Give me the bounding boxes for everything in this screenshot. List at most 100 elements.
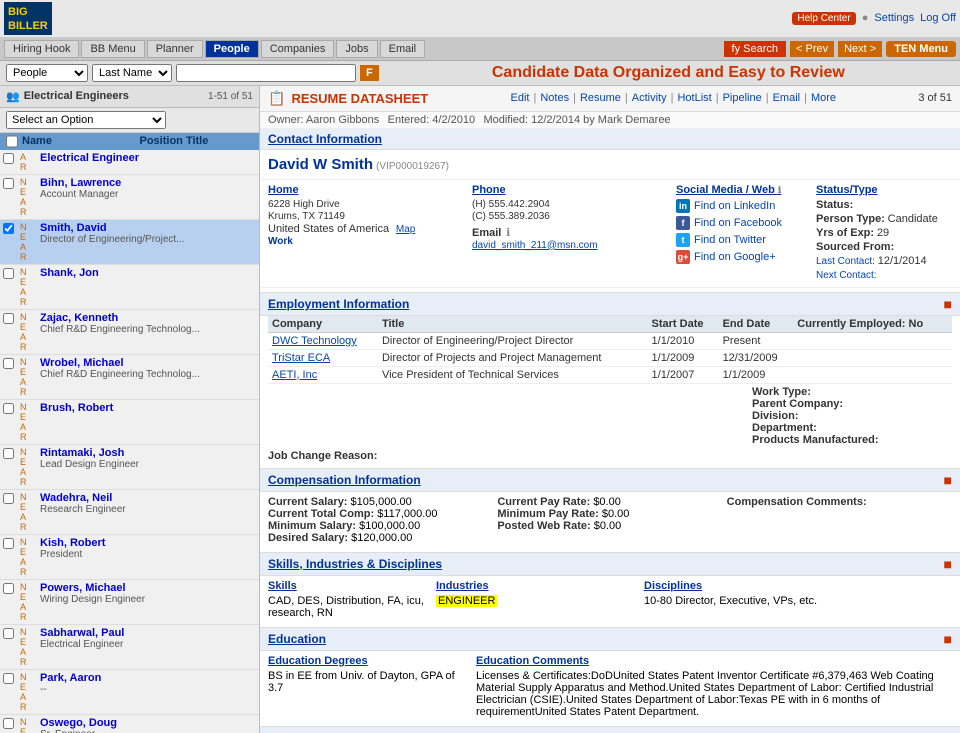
- list-item[interactable]: N EA R Shank, Jon: [0, 264, 259, 309]
- list-item[interactable]: N EA R Brush, Robert: [0, 399, 259, 444]
- select-all-checkbox[interactable]: [6, 135, 18, 148]
- current-pay-rate-label: Current Pay Rate:: [497, 496, 590, 508]
- list-item[interactable]: N EA R Sabharwal, Paul Electrical Engine…: [0, 624, 259, 669]
- list-item[interactable]: N EA R Bihn, Lawrence Account Manager: [0, 174, 259, 219]
- more-link[interactable]: More: [811, 92, 836, 104]
- list-item-name[interactable]: Shank, Jon: [40, 267, 99, 279]
- list-item-name[interactable]: Wrobel, Michael: [40, 357, 124, 369]
- settings-link[interactable]: Settings: [874, 12, 914, 24]
- email-address[interactable]: david_smith_211@msn.com: [472, 240, 598, 251]
- list-item-checkbox[interactable]: [3, 177, 14, 190]
- list-item-name[interactable]: Bihn, Lawrence: [40, 177, 121, 189]
- action-dropdown[interactable]: Select an Option: [6, 111, 166, 129]
- tab-hiring-hook[interactable]: Hiring Hook: [4, 40, 79, 58]
- notes-link[interactable]: Notes: [540, 92, 569, 104]
- linkedin-link[interactable]: in Find on LinkedIn: [676, 199, 812, 213]
- list-item-name[interactable]: Sabharwal, Paul: [40, 627, 124, 639]
- hotlist-link[interactable]: HotList: [677, 92, 711, 104]
- list-item-name[interactable]: Smith, David: [40, 222, 107, 234]
- list-item-checkbox[interactable]: [3, 492, 14, 505]
- list-item[interactable]: N EA R Park, Aaron --: [0, 669, 259, 714]
- list-item-checkbox[interactable]: [3, 537, 14, 550]
- education-section-title[interactable]: Education: [268, 632, 326, 646]
- list-item-checkbox[interactable]: [3, 582, 14, 595]
- list-item[interactable]: N EA R Rintamaki, Josh Lead Design Engin…: [0, 444, 259, 489]
- list-item[interactable]: N EA R Kish, Robert President: [0, 534, 259, 579]
- relocation-toggle[interactable]: ■: [944, 730, 952, 733]
- list-item-name[interactable]: Zajac, Kenneth: [40, 312, 118, 324]
- ten-menu-btn[interactable]: TEN Menu: [886, 41, 956, 57]
- prev-btn[interactable]: < Prev: [790, 41, 834, 57]
- search-type-select[interactable]: People Companies Jobs: [6, 64, 88, 82]
- emp-end: Present: [719, 332, 794, 349]
- list-item[interactable]: A R Electrical Engineer: [0, 150, 259, 175]
- list-item-name[interactable]: Kish, Robert: [40, 537, 105, 549]
- last-contact-label[interactable]: Last Contact:: [816, 256, 875, 267]
- list-item[interactable]: N EA R Zajac, Kenneth Chief R&D Engineer…: [0, 309, 259, 354]
- emp-company-link[interactable]: AETI, Inc: [272, 369, 317, 381]
- desired-salary-value: $120,000.00: [351, 532, 412, 544]
- email-link[interactable]: Email: [773, 92, 801, 104]
- list-item[interactable]: N EA R Wadehra, Neil Research Engineer: [0, 489, 259, 534]
- tab-planner[interactable]: Planner: [147, 40, 203, 58]
- list-item-checkbox[interactable]: [3, 357, 14, 370]
- next-btn[interactable]: Next >: [838, 41, 882, 57]
- next-contact-label[interactable]: Next Contact:: [816, 270, 877, 281]
- skills-section-title[interactable]: Skills, Industries & Disciplines: [268, 557, 442, 571]
- list-item-badge: A R: [17, 150, 37, 175]
- education-toggle[interactable]: ■: [944, 631, 952, 647]
- list-item-name[interactable]: Electrical Engineer: [40, 152, 139, 164]
- phone-h: (H) 555.442.2904: [472, 199, 672, 210]
- contact-section-title[interactable]: Contact Information: [268, 132, 382, 146]
- list-item[interactable]: N EA R Smith, David Director of Engineer…: [0, 219, 259, 264]
- list-item[interactable]: N EA R Powers, Michael Wiring Design Eng…: [0, 579, 259, 624]
- list-item-name[interactable]: Park, Aaron: [40, 672, 101, 684]
- compensation-section-title[interactable]: Compensation Information: [268, 473, 421, 487]
- search-input[interactable]: [176, 64, 356, 82]
- tab-jobs[interactable]: Jobs: [336, 40, 377, 58]
- list-item-checkbox[interactable]: [3, 717, 14, 730]
- modify-search-btn[interactable]: fy Search: [724, 41, 786, 57]
- list-item-name[interactable]: Rintamaki, Josh: [40, 447, 124, 459]
- employment-section-title[interactable]: Employment Information: [268, 297, 409, 311]
- twitter-link[interactable]: t Find on Twitter: [676, 233, 812, 247]
- list-item-checkbox[interactable]: [3, 312, 14, 325]
- emp-company-link[interactable]: DWC Technology: [272, 335, 357, 347]
- employment-toggle[interactable]: ■: [944, 296, 952, 312]
- list-item-name[interactable]: Brush, Robert: [40, 402, 113, 414]
- search-submit-btn[interactable]: F: [360, 65, 379, 81]
- list-item-checkbox[interactable]: [3, 267, 14, 280]
- activity-link[interactable]: Activity: [632, 92, 667, 104]
- list-item[interactable]: N EA R Oswego, Doug Sr. Engineer: [0, 714, 259, 733]
- skills-toggle[interactable]: ■: [944, 556, 952, 572]
- search-field-select[interactable]: Last Name First Name Email: [92, 64, 172, 82]
- resume-link[interactable]: Resume: [580, 92, 621, 104]
- main-layout: 👥 Electrical Engineers 1-51 of 51 Select…: [0, 86, 960, 733]
- edu-comments-value: Licenses & Certificates:DoDUnited States…: [476, 670, 952, 718]
- list-item[interactable]: N EA R Wrobel, Michael Chief R&D Enginee…: [0, 354, 259, 399]
- tab-people[interactable]: People: [205, 40, 259, 58]
- tab-bb-menu[interactable]: BB Menu: [81, 40, 144, 58]
- list-item-checkbox[interactable]: [3, 672, 14, 685]
- list-item-name[interactable]: Wadehra, Neil: [40, 492, 112, 504]
- list-item-name[interactable]: Powers, Michael: [40, 582, 126, 594]
- list-item-checkbox[interactable]: [3, 447, 14, 460]
- pipeline-link[interactable]: Pipeline: [723, 92, 762, 104]
- edit-link[interactable]: Edit: [511, 92, 530, 104]
- facebook-link[interactable]: f Find on Facebook: [676, 216, 812, 230]
- relocation-section-title[interactable]: Relocation Information: [268, 731, 399, 733]
- logoff-link[interactable]: Log Off: [920, 12, 956, 24]
- help-center-btn[interactable]: Help Center: [792, 12, 855, 25]
- modified-label: Modified: 12/2/2014 by Mark Demaree: [483, 114, 670, 126]
- map-link[interactable]: Map: [396, 224, 415, 235]
- tab-companies[interactable]: Companies: [261, 40, 335, 58]
- list-item-checkbox[interactable]: [3, 627, 14, 640]
- tab-email[interactable]: Email: [380, 40, 426, 58]
- list-item-checkbox[interactable]: [3, 152, 14, 165]
- emp-title: Director of Projects and Project Managem…: [378, 349, 648, 366]
- compensation-toggle[interactable]: ■: [944, 472, 952, 488]
- google-link[interactable]: g+ Find on Google+: [676, 250, 812, 264]
- emp-company-link[interactable]: TriStar ECA: [272, 352, 330, 364]
- list-item-checkbox[interactable]: [3, 402, 14, 415]
- list-item-checkbox[interactable]: [3, 222, 14, 235]
